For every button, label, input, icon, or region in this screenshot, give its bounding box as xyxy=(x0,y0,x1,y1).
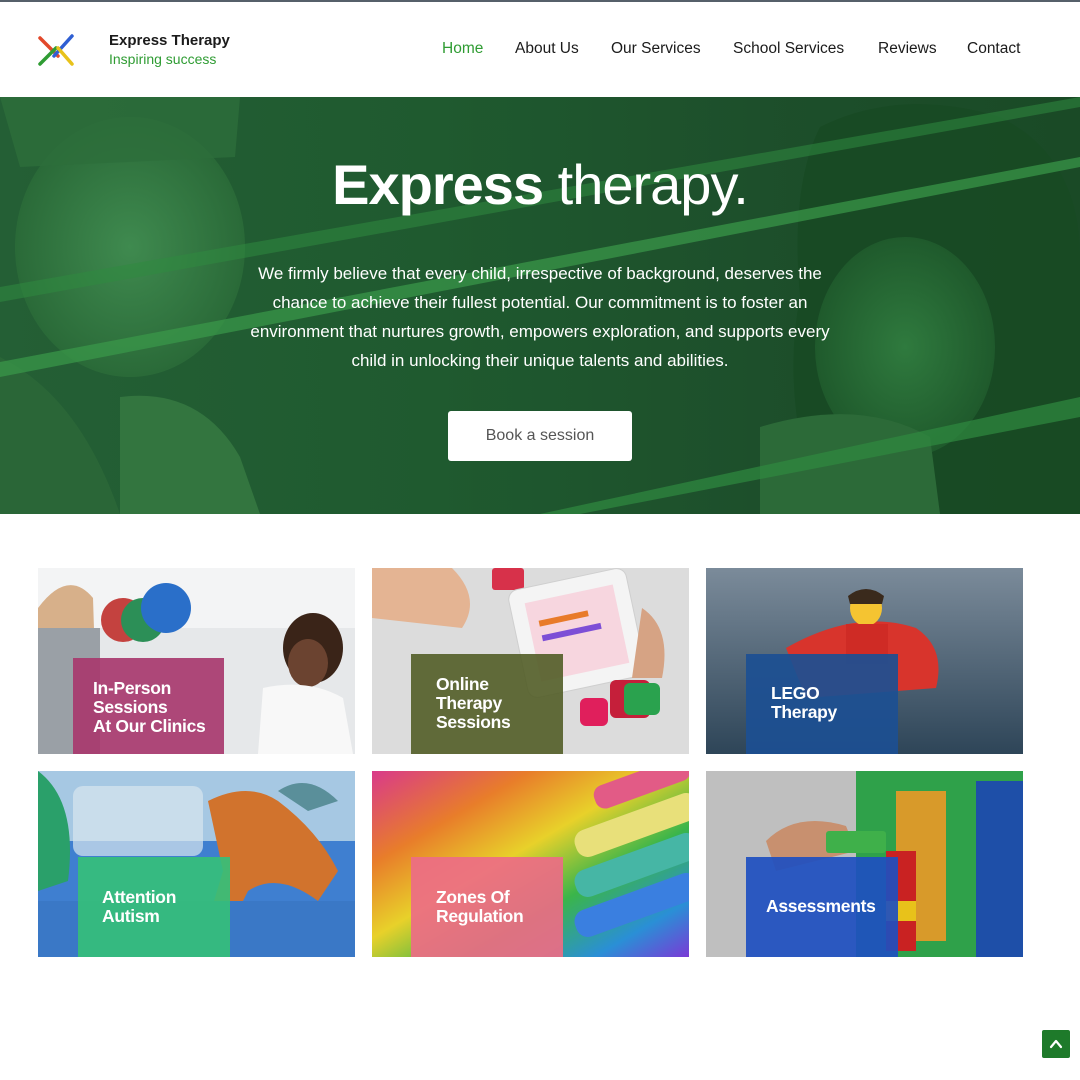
hero-title-bold: Express xyxy=(332,153,544,216)
label-line: Regulation xyxy=(436,906,524,926)
service-tile-in-person[interactable]: In-Person Sessions At Our Clinics xyxy=(38,568,355,754)
hero-title-light: therapy. xyxy=(543,153,749,216)
hero-banner: Express therapy. We firmly believe that … xyxy=(0,97,1080,514)
nav-our-services[interactable]: Our Services xyxy=(611,40,701,58)
hero-description: We firmly believe that every child, irre… xyxy=(250,264,830,370)
service-tile-online[interactable]: Online Therapy Sessions xyxy=(372,568,689,754)
label-line: Assessments xyxy=(766,896,876,916)
label-line: Zones Of xyxy=(436,887,510,907)
label-line: Therapy xyxy=(771,702,837,722)
nav-reviews[interactable]: Reviews xyxy=(878,40,937,58)
label-line: LEGO xyxy=(771,683,820,703)
label-line: Sessions xyxy=(436,712,511,732)
service-label-online: Online Therapy Sessions xyxy=(436,674,511,732)
label-line: Online xyxy=(436,674,489,694)
nav-school-services[interactable]: School Services xyxy=(733,40,844,58)
service-label-attention-autism: Attention Autism xyxy=(102,888,176,926)
chevron-up-icon xyxy=(1049,1039,1063,1049)
label-line: Attention xyxy=(102,887,177,907)
service-tile-lego[interactable]: LEGO Therapy xyxy=(706,568,1023,754)
main-nav: Home About Us Our Services School Servic… xyxy=(0,40,1080,60)
hero-title: Express therapy. xyxy=(0,152,1080,217)
service-tile-zones-of-regulation[interactable]: Zones Of Regulation xyxy=(372,771,689,957)
label-line: Sessions xyxy=(93,697,168,717)
scroll-to-top-button[interactable] xyxy=(1042,1030,1070,1058)
label-line: In-Person xyxy=(93,678,172,698)
nav-contact[interactable]: Contact xyxy=(967,40,1020,58)
service-label-lego: LEGO Therapy xyxy=(771,684,837,722)
service-label-assessments: Assessments xyxy=(766,897,876,916)
nav-home[interactable]: Home xyxy=(442,40,483,58)
label-line: Therapy xyxy=(436,693,502,713)
nav-about-us[interactable]: About Us xyxy=(515,40,579,58)
service-tile-attention-autism[interactable]: Attention Autism xyxy=(38,771,355,957)
service-label-in-person: In-Person Sessions At Our Clinics xyxy=(93,678,206,736)
book-session-button[interactable]: Book a session xyxy=(448,411,632,461)
label-line: At Our Clinics xyxy=(93,716,206,736)
site-header: Express Therapy Inspiring success Home A… xyxy=(0,2,1080,97)
label-line: Autism xyxy=(102,906,160,926)
service-label-zones: Zones Of Regulation xyxy=(436,887,524,926)
service-tile-assessments[interactable]: Assessments xyxy=(706,771,1023,957)
